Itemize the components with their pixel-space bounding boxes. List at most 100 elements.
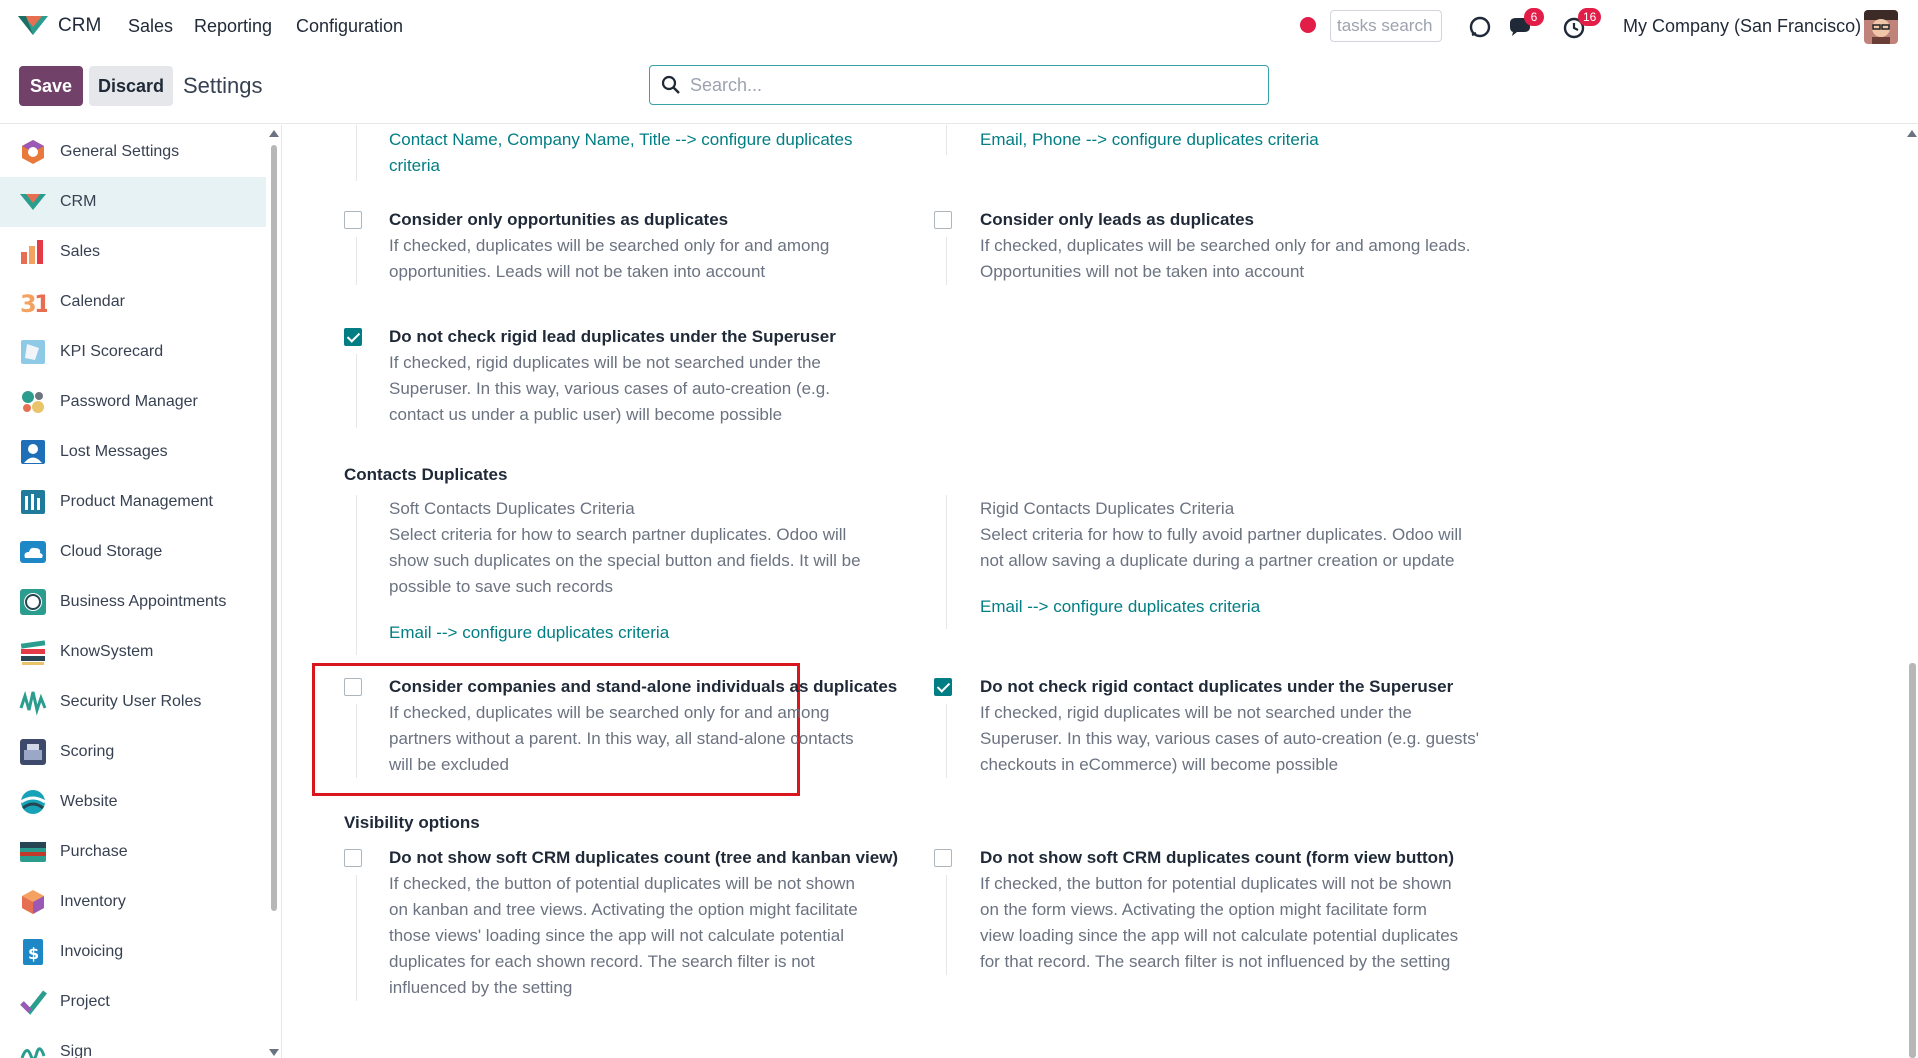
top-navbar: CRM Sales Reporting Configuration 6 16 M… xyxy=(0,0,1918,54)
sidebar-item-scoring[interactable]: Scoring xyxy=(0,727,266,777)
sidebar-item-project[interactable]: Project xyxy=(0,977,266,1027)
settings-search-box[interactable] xyxy=(649,65,1269,105)
sidebar-item-label: Business Appointments xyxy=(60,593,227,610)
rigid-contact-superuser-desc: Superuser. In this way, various cases of… xyxy=(980,729,1480,748)
sidebar-item-kpi-scorecard[interactable]: KPI Scorecard xyxy=(0,327,266,377)
configure-rigid-lead-criteria-link[interactable]: Email, Phone --> configure duplicates cr… xyxy=(980,127,1319,153)
sidebar-item-business-appointments[interactable]: Business Appointments xyxy=(0,577,266,627)
sidebar-item-product-management[interactable]: Product Management xyxy=(0,477,266,527)
soft-count-tree-title: Do not show soft CRM duplicates count (t… xyxy=(389,848,899,867)
security-user-roles-icon xyxy=(19,690,47,716)
company-switcher[interactable]: My Company (San Francisco) xyxy=(1623,16,1861,37)
configure-soft-lead-criteria-link[interactable]: Contact Name, Company Name, Title --> co… xyxy=(389,127,852,153)
settings-sidebar: General Settings CRM Sales 31 Calendar K… xyxy=(0,125,282,1058)
sidebar-item-label: CRM xyxy=(60,193,97,210)
companies-individuals-checkbox[interactable] xyxy=(344,678,362,696)
sidebar-item-sales[interactable]: Sales xyxy=(0,227,266,277)
sidebar-item-label: Inventory xyxy=(60,893,126,910)
sidebar-scroll-thumb[interactable] xyxy=(271,145,277,911)
menu-sales[interactable]: Sales xyxy=(128,16,173,37)
sidebar-item-general-settings[interactable]: General Settings xyxy=(0,127,266,177)
settings-search-input[interactable] xyxy=(690,70,1260,100)
soft-count-tree-desc: on kanban and tree views. Activating the… xyxy=(389,900,858,919)
sidebar-item-cloud-storage[interactable]: Cloud Storage xyxy=(0,527,266,577)
soft-count-tree-desc: If checked, the button of potential dupl… xyxy=(389,874,855,893)
sidebar-item-knowsystem[interactable]: KnowSystem xyxy=(0,627,266,677)
opportunities-only-title: Consider only opportunities as duplicate… xyxy=(389,210,729,229)
soft-count-tree-desc: duplicates for each shown record. The se… xyxy=(389,952,815,971)
rigid-contact-superuser-desc: checkouts in eCommerce) will become poss… xyxy=(980,755,1339,774)
configure-soft-lead-criteria-link-2[interactable]: criteria xyxy=(389,153,440,179)
odoo-bot-icon[interactable] xyxy=(1466,13,1494,41)
discard-button[interactable]: Discard xyxy=(89,66,173,106)
menu-reporting[interactable]: Reporting xyxy=(194,16,272,37)
content-scroll-thumb[interactable] xyxy=(1909,663,1916,1058)
rigid-lead-superuser-desc: Superuser. In this way, various cases of… xyxy=(389,379,830,398)
soft-contacts-criteria-desc: possible to save such records xyxy=(389,577,613,596)
soft-count-tree-desc: influenced by the setting xyxy=(389,978,573,997)
contacts-duplicates-heading: Contacts Duplicates xyxy=(344,465,508,484)
setting-divider xyxy=(356,237,357,285)
user-avatar[interactable] xyxy=(1864,10,1898,44)
setting-divider xyxy=(356,875,357,1001)
rigid-lead-superuser-desc: If checked, rigid duplicates will be not… xyxy=(389,353,821,372)
soft-count-form-desc: view loading since the app will not calc… xyxy=(980,926,1459,945)
opportunities-only-checkbox[interactable] xyxy=(344,211,362,229)
knowsystem-icon xyxy=(20,640,46,665)
soft-count-form-desc: for that record. The search filter is no… xyxy=(980,952,1451,971)
recording-indicator-icon[interactable] xyxy=(1300,17,1316,33)
sidebar-item-label: Invoicing xyxy=(60,943,124,960)
sidebar-item-label: KnowSystem xyxy=(60,643,154,660)
purchase-icon xyxy=(20,842,46,862)
sidebar-item-calendar[interactable]: 31 Calendar xyxy=(0,277,266,327)
sidebar-item-invoicing[interactable]: $ Invoicing xyxy=(0,927,266,977)
tasks-search-input[interactable] xyxy=(1330,10,1442,42)
configure-rigid-contacts-criteria-link[interactable]: Email --> configure duplicates criteria xyxy=(980,594,1260,620)
sidebar-item-lost-messages[interactable]: Lost Messages xyxy=(0,427,266,477)
sidebar-item-label: Security User Roles xyxy=(60,693,202,710)
rigid-contact-superuser-title: Do not check rigid contact duplicates un… xyxy=(980,677,1454,696)
rigid-lead-superuser-title: Do not check rigid lead duplicates under… xyxy=(389,327,836,346)
rigid-contact-superuser-checkbox[interactable] xyxy=(934,678,952,696)
sidebar-item-label: Project xyxy=(60,993,110,1010)
setting-divider xyxy=(946,237,947,285)
sidebar-item-label: Lost Messages xyxy=(60,443,168,460)
leads-only-checkbox[interactable] xyxy=(934,211,952,229)
sidebar-scroll-down-arrow[interactable] xyxy=(269,1049,279,1056)
crm-logo-icon[interactable] xyxy=(16,13,50,39)
app-name[interactable]: CRM xyxy=(58,15,101,37)
configure-soft-contacts-criteria-link[interactable]: Email --> configure duplicates criteria xyxy=(389,620,669,646)
rigid-contact-superuser-desc: If checked, rigid duplicates will be not… xyxy=(980,703,1412,722)
rigid-lead-superuser-checkbox[interactable] xyxy=(344,328,362,346)
business-appointments-icon xyxy=(20,589,46,615)
soft-count-form-desc: If checked, the button for potential dup… xyxy=(980,874,1452,893)
save-button[interactable]: Save xyxy=(19,66,83,106)
opportunities-only-desc: opportunities. Leads will not be taken i… xyxy=(389,262,766,281)
sidebar-item-purchase[interactable]: Purchase xyxy=(0,827,266,877)
calendar-icon: 31 xyxy=(20,290,47,316)
content-scroll-up-arrow[interactable] xyxy=(1907,130,1917,137)
sidebar-item-security-user-roles[interactable]: Security User Roles xyxy=(0,677,266,727)
sidebar-item-inventory[interactable]: Inventory xyxy=(0,877,266,927)
sidebar-item-password-manager[interactable]: Password Manager xyxy=(0,377,266,427)
invoicing-icon: $ xyxy=(23,939,43,965)
soft-contacts-criteria-desc: show such duplicates on the special butt… xyxy=(389,551,861,570)
soft-count-tree-checkbox[interactable] xyxy=(344,849,362,867)
sidebar-item-label: Purchase xyxy=(60,843,128,860)
settings-content: Contact Name, Company Name, Title --> co… xyxy=(283,125,1918,1058)
soft-count-form-checkbox[interactable] xyxy=(934,849,952,867)
menu-configuration[interactable]: Configuration xyxy=(296,16,403,37)
sidebar-item-website[interactable]: Website xyxy=(0,777,266,827)
opportunities-only-desc: If checked, duplicates will be searched … xyxy=(389,236,830,255)
sidebar-item-sign[interactable]: Sign xyxy=(0,1027,266,1058)
setting-divider xyxy=(356,495,357,655)
sidebar-scroll-up-arrow[interactable] xyxy=(269,130,279,137)
sidebar-item-label: Scoring xyxy=(60,743,115,760)
soft-contacts-criteria-label: Soft Contacts Duplicates Criteria xyxy=(389,499,635,518)
companies-individuals-desc: partners without a parent. In this way, … xyxy=(389,729,854,748)
leads-only-desc: If checked, duplicates will be searched … xyxy=(980,236,1471,255)
crm-icon xyxy=(20,194,46,210)
rigid-contacts-criteria-desc: not allow saving a duplicate during a pa… xyxy=(980,551,1455,570)
setting-divider xyxy=(946,875,947,975)
sidebar-item-crm[interactable]: CRM xyxy=(0,177,266,227)
